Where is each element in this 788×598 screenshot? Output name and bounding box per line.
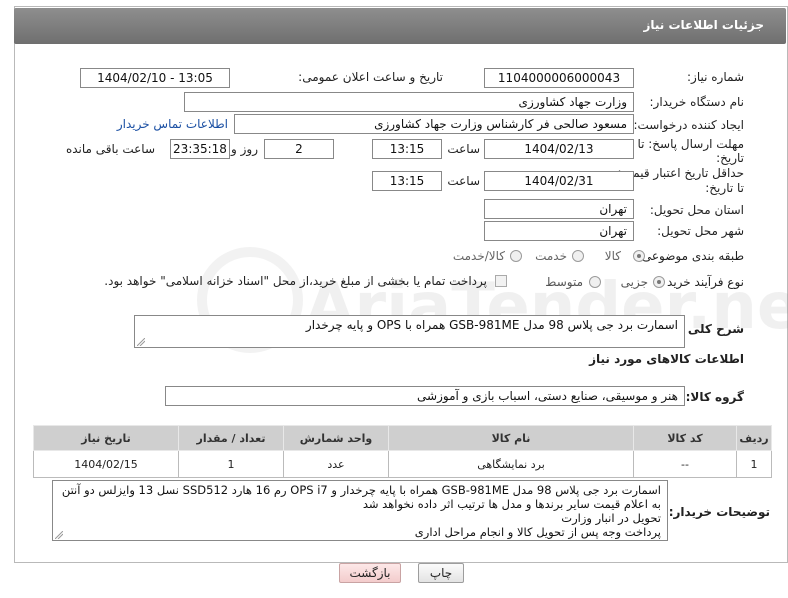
requester-label: ایجاد کننده درخواست: — [633, 118, 744, 132]
cell-goods-code: -- — [633, 450, 737, 478]
print-button[interactable]: چاپ — [418, 563, 464, 583]
col-header-date: تاریخ نیاز — [33, 425, 179, 451]
city-field: تهران — [484, 221, 634, 241]
category-label: طبقه بندی موضوعی: — [637, 249, 744, 263]
need-number-label: شماره نیاز: — [687, 70, 744, 84]
announce-label: تاریخ و ساعت اعلان عمومی: — [298, 70, 443, 84]
price-validity-time: 13:15 — [372, 171, 442, 191]
category-radio-both[interactable] — [510, 250, 522, 262]
cell-need-date: 1404/02/15 — [33, 450, 179, 478]
cell-unit: عدد — [283, 450, 389, 478]
category-option-service: خدمت — [535, 249, 567, 263]
process-option-medium: متوسط — [545, 275, 583, 289]
cell-goods-name: برد نمایشگاهی — [388, 450, 634, 478]
col-header-qty: تعداد / مقدار — [178, 425, 284, 451]
days-label: روز و — [231, 142, 258, 156]
process-radio-partial[interactable] — [653, 276, 665, 288]
city-label: شهر محل تحویل: — [657, 224, 744, 238]
need-number-field: 1104000006000043 — [484, 68, 634, 88]
col-header-unit: واحد شمارش — [283, 425, 389, 451]
remaining-time-field: 23:35:18 — [170, 139, 230, 159]
reply-deadline-time: 13:15 — [372, 139, 442, 159]
table-row: 1 -- برد نمایشگاهی عدد 1 1404/02/15 — [33, 450, 772, 478]
category-option-both: کالا/خدمت — [452, 249, 505, 263]
buyer-notes-label: توضیحات خریدار: — [668, 505, 770, 519]
col-header-code: کد کالا — [633, 425, 737, 451]
col-header-row: ردیف — [736, 425, 772, 451]
reply-time-label: ساعت — [447, 142, 480, 156]
summary-text: اسمارت برد جی پلاس 98 مدل GSB-981ME همرا… — [305, 318, 678, 332]
summary-field: اسمارت برد جی پلاس 98 مدل GSB-981ME همرا… — [134, 315, 685, 348]
process-option-partial: جزیی — [620, 275, 648, 289]
page-title: جزئیات اطلاعات نیاز — [643, 18, 764, 32]
category-radio-goods[interactable] — [633, 250, 645, 262]
buyer-notes-line-3: تحویل در انبار وزارت — [561, 511, 661, 525]
category-option-goods: کالا — [604, 249, 621, 263]
cell-quantity: 1 — [178, 450, 284, 478]
buyer-notes-field: اسمارت برد جی پلاس 98 مدل GSB-981ME همرا… — [52, 480, 668, 541]
goods-group-label: گروه کالا: — [685, 390, 744, 404]
price-validity-date: 1404/02/31 — [484, 171, 634, 191]
items-table-header: ردیف کد کالا نام کالا واحد شمارش تعداد /… — [33, 425, 772, 451]
buyer-notes-line-1: اسمارت برد جی پلاس 98 مدل GSB-981ME همرا… — [61, 483, 661, 497]
price-validity-label-2: تا تاریخ: — [705, 181, 744, 195]
buyer-contact-link[interactable]: اطلاعات تماس خریدار — [117, 117, 228, 131]
reply-deadline-label: مهلت ارسال پاسخ: تا — [637, 137, 744, 151]
resize-grip-icon[interactable] — [55, 531, 63, 539]
treasury-payment-checkbox[interactable] — [495, 275, 507, 287]
buyer-notes-line-4: پرداخت وجه پس از تحویل کالا و انجام مراح… — [414, 525, 661, 539]
buyer-org-label: نام دستگاه خریدار: — [649, 95, 745, 109]
reply-deadline-date: 1404/02/13 — [484, 139, 634, 159]
col-header-name: نام کالا — [388, 425, 634, 451]
buyer-notes-line-2: به اعلام قیمت سایر برندها و مدل ها ترتیب… — [362, 497, 661, 511]
announce-field: 1404/02/10 - 13:05 — [80, 68, 230, 88]
remaining-label: ساعت باقی مانده — [65, 142, 155, 156]
purchase-process-label: نوع فرآیند خرید : — [659, 275, 744, 289]
goods-section-title: اطلاعات کالاهای مورد نیاز — [589, 352, 744, 366]
cell-row-number: 1 — [736, 450, 772, 478]
reply-deadline-label-2: تاریخ: — [716, 151, 744, 165]
province-label: استان محل تحویل: — [649, 203, 744, 217]
back-button[interactable]: بازگشت — [339, 563, 401, 583]
treasury-payment-note: پرداخت تمام یا بخشی از مبلغ خرید،از محل … — [104, 274, 487, 288]
goods-group-field: هنر و موسیقی، صنایع دستی، اسباب بازی و آ… — [165, 386, 685, 406]
resize-grip-icon[interactable] — [137, 338, 145, 346]
items-table: ردیف کد کالا نام کالا واحد شمارش تعداد /… — [33, 425, 772, 478]
price-validity-label: حداقل تاریخ اعتبار قیمت: — [617, 166, 744, 180]
price-time-label: ساعت — [447, 174, 480, 188]
process-radio-medium[interactable] — [589, 276, 601, 288]
province-field: تهران — [484, 199, 634, 219]
page-header: جزئیات اطلاعات نیاز — [14, 8, 786, 44]
requester-field: مسعود صالحی فر کارشناس وزارت جهاد کشاورز… — [234, 114, 634, 134]
category-radio-service[interactable] — [572, 250, 584, 262]
reply-days-field: 2 — [264, 139, 334, 159]
buyer-org-field: وزارت جهاد کشاورزی — [184, 92, 634, 112]
